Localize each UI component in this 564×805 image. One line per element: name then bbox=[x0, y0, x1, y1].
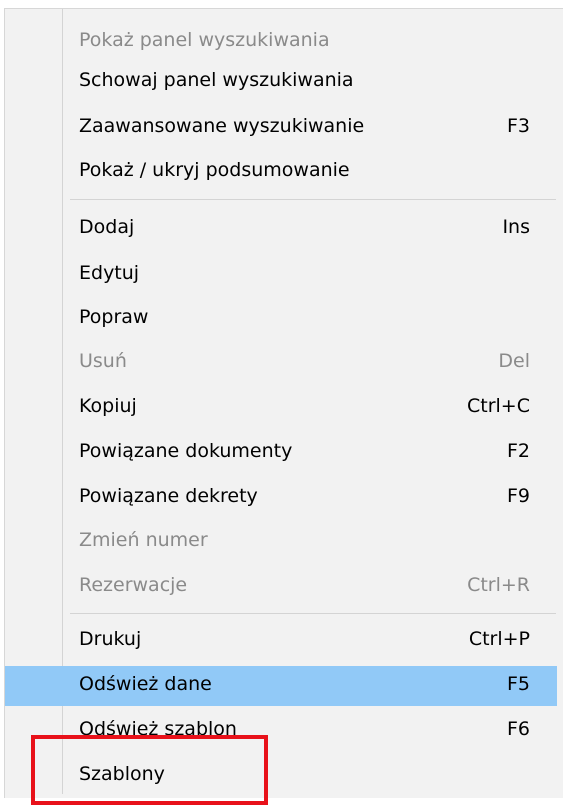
menu-item-shortcut: F2 bbox=[506, 440, 530, 462]
menu-separator bbox=[70, 613, 556, 614]
menu-item-label: Powiązane dekrety bbox=[79, 485, 258, 507]
menu-item-shortcut: F6 bbox=[506, 718, 530, 740]
menu-item-label: Odśwież dane bbox=[79, 673, 212, 695]
menu-item-shortcut: Ctrl+R bbox=[467, 574, 530, 596]
menu-separator bbox=[70, 199, 556, 200]
menu-item-label: Schowaj panel wyszukiwania bbox=[79, 69, 354, 91]
menu-item-advanced-search[interactable]: Zaawansowane wyszukiwanie F3 bbox=[5, 108, 557, 148]
annotation-highlight-box bbox=[31, 735, 268, 805]
menu-item-shortcut: Ctrl+P bbox=[468, 628, 530, 650]
menu-item-label: Pokaż / ukryj podsumowanie bbox=[79, 159, 350, 181]
menu-item-shortcut: Del bbox=[498, 350, 530, 372]
menu-item-toggle-summary[interactable]: Pokaż / ukryj podsumowanie bbox=[5, 152, 557, 192]
menu-item-shortcut: F9 bbox=[506, 485, 530, 507]
menu-item-delete[interactable]: Usuń Del bbox=[5, 343, 557, 383]
menu-item-reservations[interactable]: Rezerwacje Ctrl+R bbox=[5, 567, 557, 607]
menu-item-shortcut: Ins bbox=[502, 216, 530, 238]
menu-item-print[interactable]: Drukuj Ctrl+P bbox=[5, 621, 557, 661]
menu-item-label: Edytuj bbox=[79, 262, 140, 284]
menu-item-correct[interactable]: Popraw bbox=[5, 299, 557, 339]
menu-item-related-documents[interactable]: Powiązane dokumenty F2 bbox=[5, 433, 557, 473]
menu-item-show-search-panel[interactable]: Pokaż panel wyszukiwania bbox=[5, 22, 557, 62]
menu-item-label: Drukuj bbox=[79, 628, 142, 650]
menu-item-related-entries[interactable]: Powiązane dekrety F9 bbox=[5, 478, 557, 518]
menu-item-copy[interactable]: Kopiuj Ctrl+C bbox=[5, 388, 557, 428]
menu-item-edit[interactable]: Edytuj bbox=[5, 255, 557, 295]
menu-item-change-number[interactable]: Zmień numer bbox=[5, 522, 557, 562]
menu-item-label: Kopiuj bbox=[79, 395, 137, 417]
menu-item-label: Rezerwacje bbox=[79, 574, 188, 596]
menu-item-shortcut: Ctrl+C bbox=[467, 395, 530, 417]
menu-item-label: Popraw bbox=[79, 306, 149, 328]
menu-item-add[interactable]: Dodaj Ins bbox=[5, 209, 557, 249]
menu-item-label: Zaawansowane wyszukiwanie bbox=[79, 115, 365, 137]
menu-item-shortcut: F3 bbox=[506, 115, 530, 137]
menu-item-label: Usuń bbox=[79, 350, 127, 372]
menu-item-hide-search-panel[interactable]: Schowaj panel wyszukiwania bbox=[5, 62, 557, 102]
menu-item-label: Pokaż panel wyszukiwania bbox=[79, 29, 330, 51]
menu-item-label: Zmień numer bbox=[79, 529, 208, 551]
menu-item-shortcut: F5 bbox=[506, 673, 530, 695]
menu-item-label: Powiązane dokumenty bbox=[79, 440, 293, 462]
menu-item-refresh-data[interactable]: Odśwież dane F5 bbox=[5, 666, 557, 706]
menu-item-label: Dodaj bbox=[79, 216, 135, 238]
